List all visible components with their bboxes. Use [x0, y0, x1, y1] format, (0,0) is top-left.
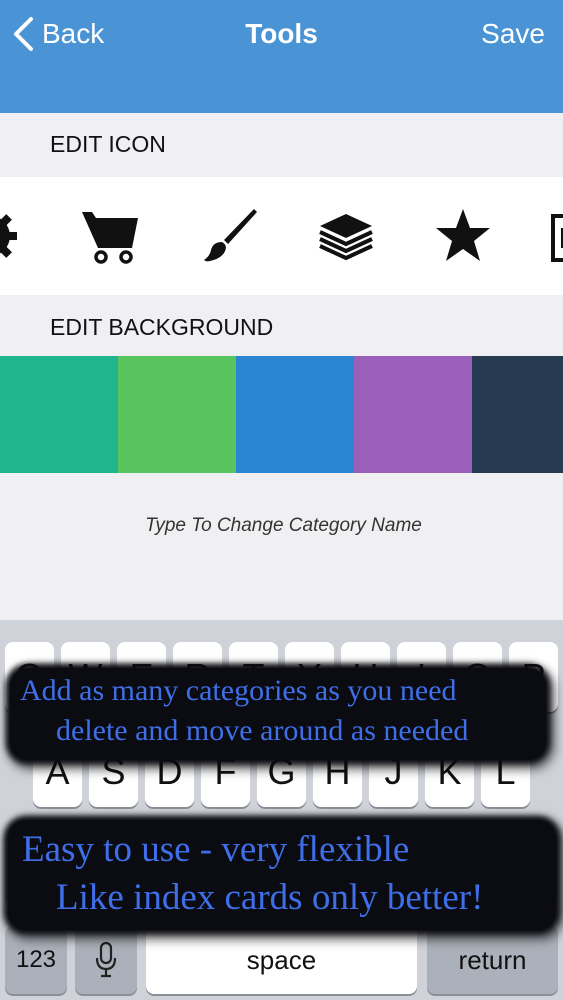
save-button[interactable]: Save	[481, 14, 545, 54]
page-title: Tools	[245, 18, 318, 49]
gear-icon[interactable]	[0, 206, 20, 266]
background-color-picker[interactable]	[0, 356, 563, 473]
star-icon[interactable]	[433, 206, 493, 266]
edit-icon-header: EDIT ICON	[0, 113, 563, 177]
promo-banner-2: Easy to use - very flexible Like index c…	[8, 820, 556, 930]
promo-line: Like index cards only better!	[56, 877, 484, 918]
category-name-input[interactable]	[0, 493, 563, 559]
promo-line: Add as many categories as you need	[20, 674, 457, 707]
return-key[interactable]: return	[427, 926, 558, 994]
dictation-key[interactable]	[75, 926, 137, 994]
space-key[interactable]: space	[146, 926, 417, 994]
numbers-key[interactable]: 123	[5, 926, 67, 994]
category-name-area	[0, 473, 563, 620]
promo-line: Easy to use - very flexible	[22, 829, 410, 870]
navigation-bar: Back Tools Save	[0, 0, 563, 113]
edit-background-header: EDIT BACKGROUND	[0, 295, 563, 356]
shopping-cart-icon[interactable]	[80, 206, 140, 266]
document-icon[interactable]	[548, 206, 563, 266]
microphone-icon	[95, 941, 117, 978]
layers-icon[interactable]	[316, 206, 376, 266]
color-swatch[interactable]	[0, 356, 118, 473]
color-swatch[interactable]	[354, 356, 472, 473]
color-swatch[interactable]	[472, 356, 563, 473]
icon-picker[interactable]	[0, 177, 563, 295]
color-swatch[interactable]	[236, 356, 354, 473]
paintbrush-icon[interactable]	[200, 206, 260, 266]
promo-line: delete and move around as needed	[56, 714, 469, 747]
color-swatch[interactable]	[118, 356, 236, 473]
promo-banner-1: Add as many categories as you need delet…	[10, 668, 546, 760]
